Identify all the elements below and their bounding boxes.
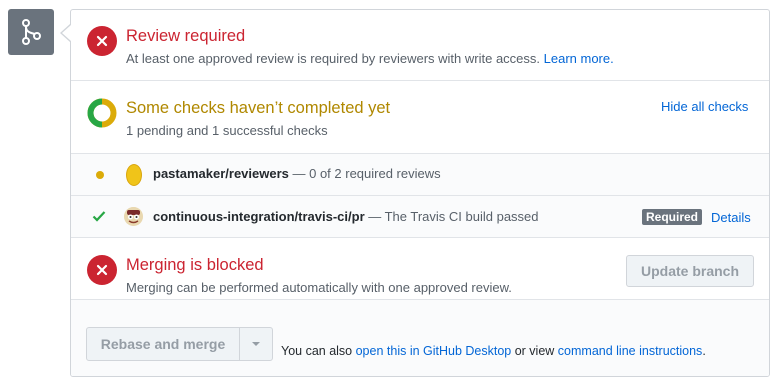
x-circle-icon (87, 26, 117, 56)
merge-method-dropdown[interactable] (239, 327, 273, 361)
open-desktop-link[interactable]: open this in GitHub Desktop (356, 344, 512, 358)
check-description: — 0 of 2 required reviews (288, 166, 441, 181)
merge-blocked-section: Merging is blocked Merging can be perfor… (71, 238, 769, 300)
footer-help-text: You can also open this in GitHub Desktop… (281, 344, 706, 358)
check-label: continuous-integration/travis-ci/pr — Th… (153, 209, 539, 224)
hide-all-checks-link[interactable]: Hide all checks (661, 99, 748, 114)
check-name: continuous-integration/travis-ci/pr (153, 209, 365, 224)
required-badge: Required (642, 209, 703, 225)
merge-subtitle: Merging can be performed automatically w… (126, 280, 512, 295)
git-merge-badge (8, 9, 54, 55)
git-merge-icon (22, 19, 41, 45)
checkmark-icon (92, 211, 106, 222)
command-line-link[interactable]: command line instructions (558, 344, 703, 358)
update-branch-button[interactable]: Update branch (626, 255, 754, 287)
rebase-and-merge-button[interactable]: Rebase and merge (86, 327, 240, 361)
checks-title: Some checks haven’t completed yet (126, 99, 391, 117)
review-section: Review required At least one approved re… (71, 10, 769, 81)
footer-prefix: You can also (281, 344, 356, 358)
review-subtitle: At least one approved review is required… (126, 51, 614, 66)
checks-section: Some checks haven’t completed yet 1 pend… (71, 81, 769, 154)
footer-or-view: or view (511, 344, 558, 358)
review-subtitle-text: At least one approved review is required… (126, 51, 541, 66)
merge-title: Merging is blocked (126, 256, 264, 274)
review-title: Review required (126, 27, 246, 45)
check-label: pastamaker/reviewers — 0 of 2 required r… (153, 166, 441, 181)
avatar (126, 164, 142, 186)
check-name: pastamaker/reviewers (153, 166, 289, 181)
dot-icon (96, 171, 104, 179)
avatar (124, 207, 143, 226)
checks-subtitle: 1 pending and 1 successful checks (126, 123, 328, 138)
learn-more-link[interactable]: Learn more. (544, 51, 614, 66)
merge-actions: Rebase and merge You can also open this … (71, 300, 769, 376)
check-row-pastamaker: pastamaker/reviewers — 0 of 2 required r… (71, 154, 769, 196)
footer-suffix: . (702, 344, 706, 358)
check-description: — The Travis CI build passed (364, 209, 539, 224)
progress-ring-icon (87, 98, 117, 128)
details-link[interactable]: Details (711, 210, 751, 225)
panel-pointer-fill (62, 25, 71, 41)
merge-status-panel: Review required At least one approved re… (70, 9, 770, 377)
x-circle-icon (87, 255, 117, 285)
check-row-travis: continuous-integration/travis-ci/pr — Th… (71, 196, 769, 238)
caret-down-icon (252, 342, 260, 346)
